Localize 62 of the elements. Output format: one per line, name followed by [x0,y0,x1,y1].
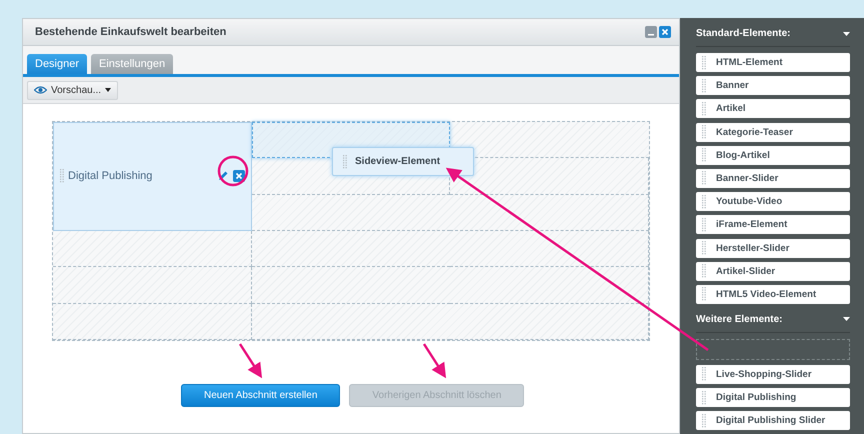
element-item[interactable]: Live-Shopping-Slider [696,364,850,384]
drag-handle-icon[interactable] [702,194,706,209]
content-block[interactable]: Digital Publishing [53,122,252,231]
block-label: Digital Publishing [68,170,154,182]
element-label: Live-Shopping-Slider [716,368,812,380]
element-item[interactable]: Blog-Artikel [696,146,850,165]
section-title: Weitere Elemente: [696,314,783,325]
element-label: Banner-Slider [716,172,778,184]
drag-handle-icon[interactable] [702,287,706,302]
element-label: Hersteller-Slider [716,242,790,254]
drag-handle-icon[interactable] [343,154,347,168]
dragged-element[interactable]: Sideview-Element [332,147,474,176]
eye-icon [34,86,47,94]
annotation-arrow [238,343,262,378]
element-label: Banner [716,80,749,92]
element-label: Youtube-Video [716,196,782,208]
element-item[interactable]: Youtube-Video [696,192,850,212]
element-label: Kategorie-Teaser [716,126,793,138]
minimize-icon[interactable] [645,26,657,38]
element-label: HTML5 Video-Element [716,288,816,300]
element-label: iFrame-Element [716,219,788,230]
drag-handle-icon[interactable] [702,78,706,93]
element-label: Digital Publishing [716,392,796,404]
element-item[interactable]: HTML5 Video-Element [696,284,850,304]
element-label: Sideview-Element [355,156,440,167]
section-title: Standard-Elemente: [696,28,790,39]
preview-dropdown[interactable]: Vorschau... [27,80,118,100]
element-item[interactable]: Banner [696,76,850,96]
drag-handle-icon[interactable] [702,102,706,116]
drag-handle-icon[interactable] [702,390,706,405]
delete-icon[interactable] [232,170,245,182]
drag-handle-icon[interactable] [702,264,706,278]
drag-handle-icon[interactable] [702,241,706,255]
element-label: Artikel-Slider [716,266,776,277]
window-title: Bestehende Einkaufswelt bearbeiten [35,26,226,38]
drag-handle-icon[interactable] [702,56,706,70]
element-item[interactable]: Banner-Slider [696,168,850,188]
element-item[interactable]: Artikel [696,99,850,118]
element-item[interactable]: iFrame-Element [696,215,850,234]
drag-handle-icon[interactable] [702,171,706,186]
caret-icon [105,88,112,92]
highlight-circle [218,156,248,186]
element-item[interactable]: Digital Publishing Slider [696,411,850,430]
element-item[interactable]: HTML-Element [696,53,850,72]
element-label: Blog-Artikel [716,150,770,161]
element-item[interactable]: Hersteller-Slider [696,238,850,258]
collapse-caret-icon[interactable] [843,32,850,36]
drag-handle-icon[interactable] [702,414,706,428]
element-item[interactable]: Artikel-Slider [696,262,850,281]
element-item[interactable]: Digital Publishing [696,388,850,408]
element-item[interactable]: Kategorie-Teaser [696,122,850,142]
drag-handle-icon[interactable] [702,148,706,162]
element-label: Artikel [716,103,746,114]
drag-handle-icon[interactable] [60,169,64,184]
drag-handle-icon[interactable] [702,367,706,382]
pencil-icon[interactable] [216,170,229,182]
element-label: Digital Publishing Slider [716,415,826,426]
element-label: HTML-Element [716,57,782,68]
drag-handle-icon[interactable] [702,218,706,232]
close-icon[interactable] [659,26,671,38]
collapse-caret-icon[interactable] [843,317,850,322]
drag-handle-icon[interactable] [702,125,706,140]
